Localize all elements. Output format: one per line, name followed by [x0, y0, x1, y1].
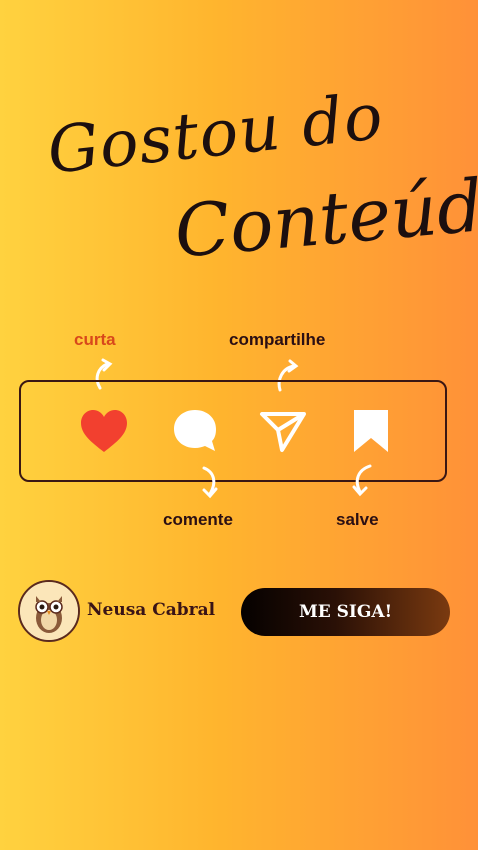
headline-line-2: Conteúdo?	[171, 156, 478, 274]
headline-line-1: Gostou do	[44, 79, 387, 189]
like-label: curta	[74, 330, 116, 349]
headline: Gostou do Conteúdo?	[40, 80, 478, 315]
heart-icon[interactable]	[79, 408, 129, 458]
arrow-down-icon	[352, 464, 372, 497]
owl-icon	[20, 582, 78, 640]
share-icon[interactable]	[258, 406, 308, 456]
comment-label: comente	[163, 510, 233, 529]
comment-icon[interactable]	[170, 406, 220, 456]
bookmark-icon[interactable]	[346, 406, 396, 456]
follow-button[interactable]: ME SIGA!	[241, 588, 450, 636]
save-label: salve	[336, 510, 379, 529]
avatar[interactable]	[18, 580, 80, 642]
share-label: compartilhe	[229, 330, 326, 349]
profile-name: Neusa Cabral	[87, 600, 216, 620]
arrow-down-icon	[202, 466, 218, 499]
